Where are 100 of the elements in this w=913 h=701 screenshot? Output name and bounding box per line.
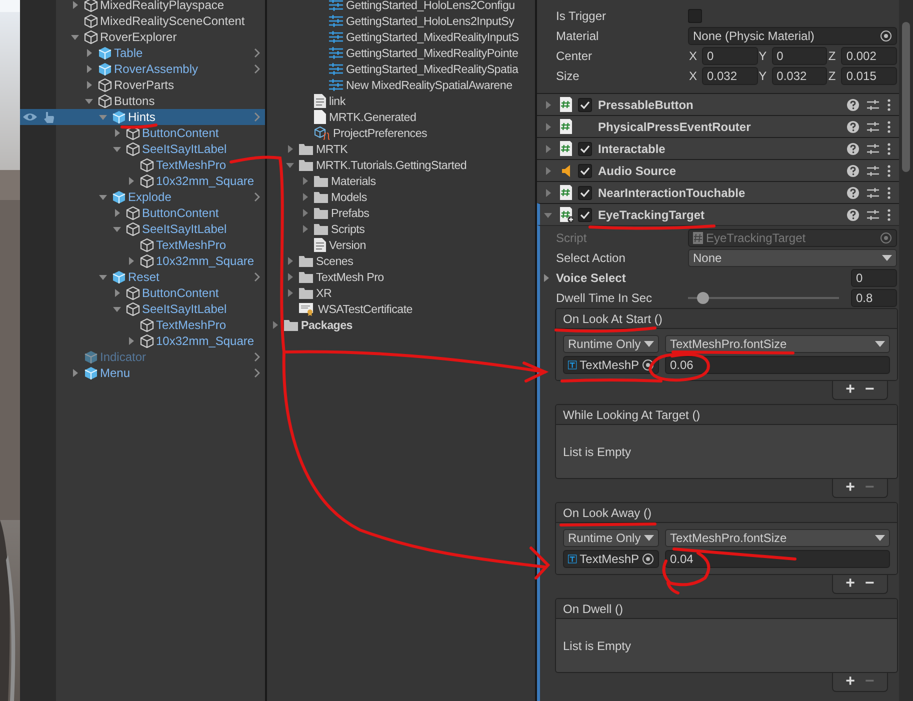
more-options-icon[interactable] [887, 164, 891, 176]
expand-arrow-icon[interactable] [543, 144, 553, 154]
expand-arrow-icon[interactable] [112, 128, 122, 138]
expand-arrow-icon[interactable] [84, 80, 94, 90]
expand-arrow-icon[interactable] [112, 304, 122, 314]
project-item[interactable]: GettingStarted_MixedRealityInputS [267, 29, 535, 45]
expand-arrow-icon[interactable] [270, 320, 280, 330]
project-item[interactable]: TextMesh Pro [267, 269, 535, 285]
hierarchy-item[interactable]: Menu [20, 365, 265, 381]
dropdown[interactable]: TextMeshPro.fontSize [665, 529, 890, 547]
add-button[interactable]: + [846, 382, 855, 398]
checkbox[interactable] [688, 9, 702, 23]
dropdown[interactable]: Runtime Only [563, 529, 659, 547]
project-item[interactable]: Scripts [267, 221, 535, 237]
project-item[interactable]: link [267, 93, 535, 109]
number-field[interactable]: 0 [851, 269, 897, 287]
project-item[interactable]: MRTK [267, 141, 535, 157]
target-icon[interactable] [880, 30, 892, 42]
checkbox[interactable] [578, 164, 592, 178]
add-button[interactable]: + [846, 480, 855, 496]
remove-button[interactable]: − [865, 382, 874, 398]
more-options-icon[interactable] [887, 142, 891, 154]
number-field[interactable]: 0.015 [841, 67, 898, 85]
hierarchy-item[interactable]: SeeItSayItLabel [20, 301, 265, 317]
remove-button[interactable]: − [865, 576, 874, 592]
expand-arrow-icon[interactable] [285, 256, 295, 266]
hierarchy-item[interactable]: SeeItSayItLabel [20, 141, 265, 157]
component-header[interactable]: PhysicalPressEventRouter [537, 115, 899, 137]
help-icon[interactable] [847, 120, 859, 132]
hierarchy-item[interactable]: TextMeshPro [20, 237, 265, 253]
expand-arrow-icon[interactable] [543, 188, 553, 198]
project-item[interactable]: Prefabs [267, 205, 535, 221]
hierarchy-item[interactable]: ButtonContent [20, 285, 265, 301]
number-field[interactable]: 0.032 [772, 67, 828, 85]
sliders-icon[interactable] [867, 98, 879, 110]
scrollbar[interactable] [899, 0, 913, 701]
expand-arrow-icon[interactable] [126, 256, 136, 266]
component-header[interactable]: NearInteractionTouchable [537, 181, 899, 203]
checkbox[interactable] [578, 98, 592, 112]
hierarchy-item[interactable]: Explode [20, 189, 265, 205]
object-field[interactable]: TextMeshP [563, 550, 659, 568]
hierarchy-item[interactable]: ButtonContent [20, 125, 265, 141]
hierarchy-item[interactable]: RoverExplorer [20, 29, 265, 45]
project-item[interactable]: ProjectPreferences [267, 125, 535, 141]
checkbox[interactable] [578, 208, 592, 222]
expand-arrow-icon[interactable] [126, 336, 136, 346]
expand-arrow-icon[interactable] [541, 273, 551, 283]
project-item[interactable]: Models [267, 189, 535, 205]
expand-arrow-icon[interactable] [70, 368, 80, 378]
expand-arrow-icon[interactable] [98, 272, 108, 282]
project-item[interactable]: Version [267, 237, 535, 253]
object-field[interactable]: None (Physic Material) [688, 27, 897, 45]
chevron-right-icon[interactable] [253, 112, 261, 122]
project-item[interactable]: MRTK.Tutorials.GettingStarted [267, 157, 535, 173]
more-options-icon[interactable] [887, 208, 891, 220]
expand-arrow-icon[interactable] [300, 176, 310, 186]
target-icon[interactable] [642, 359, 654, 371]
expand-arrow-icon[interactable] [98, 112, 108, 122]
sliders-icon[interactable] [867, 186, 879, 198]
hierarchy-item[interactable]: Buttons [20, 93, 265, 109]
hierarchy-item[interactable]: TextMeshPro [20, 317, 265, 333]
add-button[interactable]: + [846, 576, 855, 592]
component-header[interactable]: Audio Source [537, 159, 899, 181]
hierarchy-item[interactable]: 10x32mm_Square [20, 173, 265, 189]
number-field[interactable]: 0 [772, 47, 828, 65]
expand-arrow-icon[interactable] [285, 288, 295, 298]
expand-arrow-icon[interactable] [98, 192, 108, 202]
chevron-right-icon[interactable] [253, 272, 261, 282]
expand-arrow-icon[interactable] [112, 224, 122, 234]
dropdown[interactable]: Runtime Only [563, 335, 659, 353]
project-item[interactable]: GettingStarted_MixedRealitySpatia [267, 61, 535, 77]
project-item[interactable]: MRTK.Generated [267, 109, 535, 125]
hierarchy-item[interactable]: 10x32mm_Square [20, 333, 265, 349]
expand-arrow-icon[interactable] [112, 208, 122, 218]
number-field[interactable]: 0.002 [841, 47, 898, 65]
slider[interactable] [688, 291, 839, 305]
chevron-right-icon[interactable] [253, 192, 261, 202]
expand-arrow-icon[interactable] [300, 208, 310, 218]
project-item[interactable]: Packages [267, 317, 535, 333]
hierarchy-item[interactable]: SeeItSayItLabel [20, 221, 265, 237]
hierarchy-item[interactable]: RoverAssembly [20, 61, 265, 77]
expand-arrow-icon[interactable] [126, 176, 136, 186]
hierarchy-item[interactable]: MixedRealityPlayspace [20, 0, 265, 13]
eye-icon[interactable] [23, 112, 37, 122]
project-item[interactable]: GettingStarted_HoloLens2InputSy [267, 13, 535, 29]
project-item[interactable]: GettingStarted_HoloLens2Configu [267, 0, 535, 13]
hierarchy-item[interactable]: Hints [20, 109, 265, 125]
hierarchy-item[interactable]: Table [20, 45, 265, 61]
expand-arrow-icon[interactable] [70, 32, 80, 42]
component-header[interactable]: PressableButton [537, 93, 899, 115]
number-field[interactable]: 0.06 [665, 356, 890, 374]
hierarchy-item[interactable]: 10x32mm_Square [20, 253, 265, 269]
component-header[interactable]: Interactable [537, 137, 899, 159]
sliders-icon[interactable] [867, 164, 879, 176]
number-field[interactable]: 0.032 [702, 67, 758, 85]
expand-arrow-icon[interactable] [543, 166, 553, 176]
help-icon[interactable] [847, 208, 859, 220]
target-icon[interactable] [642, 553, 654, 565]
hierarchy-item[interactable]: Reset [20, 269, 265, 285]
expand-arrow-icon[interactable] [112, 144, 122, 154]
